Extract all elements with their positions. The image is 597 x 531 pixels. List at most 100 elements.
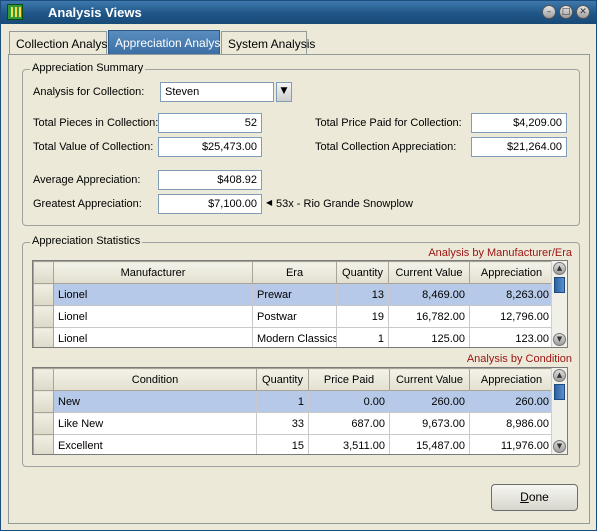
collection-select[interactable]: Steven [160,82,274,102]
cell-current-value[interactable]: 15,487.00 [389,434,470,454]
cell-quantity[interactable]: 19 [336,305,389,328]
cell-appreciation[interactable]: 260.00 [469,390,554,413]
total-price-field: $4,209.00 [471,113,567,133]
table-row[interactable]: Like New 33 687.00 9,673.00 8,986.00 [33,412,554,435]
cell-price-paid[interactable]: 3,511.00 [308,434,390,454]
condition-grid: Condition Quantity Price Paid Current Va… [32,367,568,455]
cell-current-value[interactable]: 16,782.00 [388,305,470,328]
app-icon [7,4,23,20]
column-header[interactable]: Current Value [389,368,470,391]
row-header[interactable] [33,327,54,347]
scroll-up-icon[interactable]: ▲ [553,262,566,275]
tab-panel: Appreciation Summary Analysis for Collec… [8,54,590,524]
scroll-up-icon[interactable]: ▲ [553,369,566,382]
manufacturer-grid-caption: Analysis by Manufacturer/Era [428,247,572,259]
column-header[interactable]: Condition [53,368,257,391]
total-price-label: Total Price Paid for Collection: [315,117,462,129]
cell-current-value[interactable]: 125.00 [388,327,470,347]
done-button-mnemonic: D [520,490,529,504]
column-header[interactable]: Current Value [388,261,470,284]
chevron-down-icon[interactable]: ▼ [276,82,292,102]
total-value-label: Total Value of Collection: [33,141,154,153]
manufacturer-scrollbar[interactable]: ▲ ▼ [551,261,567,347]
manufacturer-grid: Manufacturer Era Quantity Current Value … [32,260,568,348]
tab-system-analysis[interactable]: System Analysis [221,31,315,54]
cell-current-value[interactable]: 9,673.00 [389,412,470,435]
cell-quantity[interactable]: 13 [336,283,389,306]
cell-appreciation[interactable]: 8,263.00 [469,283,554,306]
minimize-icon[interactable]: – [542,5,556,19]
cell-era[interactable]: Postwar [252,305,337,328]
row-header[interactable] [33,305,54,328]
cell-quantity[interactable]: 1 [256,390,309,413]
cell-appreciation[interactable]: 11,976.00 [469,434,554,454]
scroll-thumb[interactable] [554,277,565,293]
column-header[interactable]: Manufacturer [53,261,253,284]
appreciation-statistics-group: Appreciation Statistics Analysis by Manu… [22,235,580,467]
row-header-corner [33,368,54,391]
window-title: Analysis Views [48,5,142,20]
cell-price-paid[interactable]: 687.00 [308,412,390,435]
done-button[interactable]: Done [491,484,578,511]
cell-condition[interactable]: New [53,390,257,413]
scroll-thumb[interactable] [554,384,565,400]
cell-price-paid[interactable]: 0.00 [308,390,390,413]
average-appreciation-label: Average Appreciation: [33,174,141,186]
cell-current-value[interactable]: 260.00 [389,390,470,413]
appreciation-summary-title: Appreciation Summary [30,62,146,74]
appreciation-statistics-title: Appreciation Statistics [30,235,143,247]
cell-appreciation[interactable]: 12,796.00 [469,305,554,328]
appreciation-summary-group: Appreciation Summary Analysis for Collec… [22,62,580,226]
cell-manufacturer[interactable]: Lionel [53,305,253,328]
total-pieces-label: Total Pieces in Collection: [33,117,159,129]
row-header[interactable] [33,390,54,413]
column-header[interactable]: Quantity [336,261,389,284]
scroll-down-icon[interactable]: ▼ [553,440,566,453]
total-appreciation-field: $21,264.00 [471,137,567,157]
column-header[interactable]: Appreciation [469,261,554,284]
greatest-appreciation-label: Greatest Appreciation: [33,198,142,210]
cell-era[interactable]: Modern Classics [252,327,337,347]
row-header[interactable] [33,412,54,435]
cell-quantity[interactable]: 33 [256,412,309,435]
table-row[interactable]: New 1 0.00 260.00 260.00 [33,390,554,413]
close-icon[interactable]: ✕ [576,5,590,19]
column-header[interactable]: Era [252,261,337,284]
cell-manufacturer[interactable]: Lionel [53,283,253,306]
table-row[interactable]: Lionel Postwar 19 16,782.00 12,796.00 [33,305,554,328]
cell-manufacturer[interactable]: Lionel [53,327,253,347]
condition-scrollbar[interactable]: ▲ ▼ [551,368,567,454]
cell-quantity[interactable]: 1 [336,327,389,347]
total-pieces-field: 52 [158,113,262,133]
cell-era[interactable]: Prewar [252,283,337,306]
cell-condition[interactable]: Excellent [53,434,257,454]
maximize-icon[interactable]: □ [559,5,573,19]
total-appreciation-label: Total Collection Appreciation: [315,141,457,153]
column-header[interactable]: Price Paid [308,368,390,391]
average-appreciation-field: $408.92 [158,170,262,190]
greatest-appreciation-note: 53x - Rio Grande Snowplow [276,198,413,210]
cell-appreciation[interactable]: 8,986.00 [469,412,554,435]
scroll-down-icon[interactable]: ▼ [553,333,566,346]
row-header[interactable] [33,283,54,306]
table-row[interactable]: Excellent 15 3,511.00 15,487.00 11,976.0… [33,434,554,454]
row-header-corner [33,261,54,284]
cell-condition[interactable]: Like New [53,412,257,435]
total-value-field: $25,473.00 [158,137,262,157]
column-header[interactable]: Appreciation [469,368,554,391]
condition-grid-caption: Analysis by Condition [466,353,572,365]
tab-collection-analysis[interactable]: Collection Analysis [9,31,116,54]
greatest-appreciation-field: $7,100.00 [158,194,262,214]
cell-quantity[interactable]: 15 [256,434,309,454]
arrow-left-icon: ◀ [266,198,273,207]
tab-appreciation-analysis[interactable]: Appreciation Analysis [108,30,229,55]
title-bar[interactable]: Analysis Views – □ ✕ [1,1,596,24]
analysis-views-window: Analysis Views – □ ✕ Collection Analysis… [0,0,597,531]
table-row[interactable]: Lionel Modern Classics 1 125.00 123.00 [33,327,554,347]
cell-current-value[interactable]: 8,469.00 [388,283,470,306]
row-header[interactable] [33,434,54,454]
collection-label: Analysis for Collection: [33,86,145,98]
column-header[interactable]: Quantity [256,368,309,391]
cell-appreciation[interactable]: 123.00 [469,327,554,347]
table-row[interactable]: Lionel Prewar 13 8,469.00 8,263.00 [33,283,554,306]
